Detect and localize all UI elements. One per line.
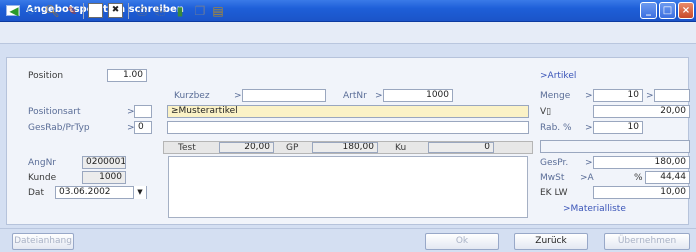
artnr-label: ArtNr [343,91,367,101]
vp-label: V▯ [540,107,552,117]
zurueck-button[interactable]: Zurück [514,233,588,250]
menge-unit-arrow[interactable]: > [646,91,654,101]
gesrab-label: GesRab/PrTyp [28,123,90,133]
materialliste-link[interactable]: >Materialliste [563,204,626,214]
toolbar-separator [128,3,129,19]
position-field[interactable]: 1.00 [107,69,147,82]
kurzbez-field[interactable] [242,89,326,102]
refresh-icon[interactable]: ⟳ [24,3,40,19]
rab-arrow[interactable]: > [585,123,593,133]
ku-label: Ku [395,143,407,153]
artnr-field[interactable]: 1000 [383,89,453,102]
mwst-percent: % [634,173,643,183]
database-icon[interactable]: ▮ [172,3,188,19]
kurzbez-label: Kurzbez [174,91,210,101]
pen-icon[interactable]: ✎ [64,3,80,19]
mwst-field[interactable]: 44,44 [645,171,690,184]
copy-icon[interactable]: ❐ [192,3,208,19]
angnr-label: AngNr [28,158,57,168]
menge-field[interactable]: 10 [593,89,643,102]
print-icon[interactable]: ⎙ [134,3,150,19]
gp-field: 180,00 [312,142,378,153]
search-icon[interactable]: 🔍︎ [44,3,60,19]
ek-label: EK LW [540,188,568,198]
paste-icon[interactable]: ▤ [210,3,226,19]
maximize-button[interactable]: □ [659,2,676,19]
description-line2-field[interactable] [167,121,529,134]
mwst-label: MwSt [540,173,565,183]
print-preview-icon[interactable]: ⎘ [152,3,168,19]
test-field: 20,00 [219,142,274,153]
dat-label: Dat [28,188,44,198]
gp-label: GP [286,143,299,153]
positionsart-label: Positionsart [28,107,81,117]
artnr-arrow[interactable]: > [375,91,383,101]
gespr-arrow[interactable]: > [585,158,593,168]
artikel-link[interactable]: >Artikel [540,71,576,81]
mwst-arrow[interactable]: >A [580,173,594,183]
description-field[interactable]: ≥Musterartikel [167,105,529,118]
delete-icon[interactable]: ✖ [108,3,123,18]
ek-field[interactable]: 10,00 [593,186,690,199]
button-bar-divider [0,228,696,229]
gespr-field[interactable]: 180,00 [593,156,690,169]
kunde-label: Kunde [28,173,57,183]
arrow-left-icon[interactable]: ◀ [6,3,22,19]
test-label: Test [178,143,196,153]
gespr-label: GesPr. [540,158,569,168]
menge-label: Menge [540,91,571,101]
gesrab-field[interactable]: 0 [134,121,152,134]
date-value: 03.06.2002 [59,187,111,197]
rab-extra-field [540,140,690,153]
dateianhang-button[interactable]: Dateianhang [12,233,74,250]
ku-field: 0 [428,142,494,153]
rab-label: Rab. % [540,123,572,133]
vp-field[interactable]: 20,00 [593,105,690,118]
long-text-area[interactable] [168,156,528,218]
kunde-field: 1000 [82,171,126,184]
kurzbez-arrow[interactable]: > [234,91,242,101]
close-button[interactable]: × [678,2,694,19]
description-prefix: ≥ [171,106,179,116]
rab-field[interactable]: 10 [593,121,643,134]
chevron-down-icon[interactable]: ▼ [133,186,146,199]
positionsart-field[interactable] [134,105,152,118]
position-label: Position [28,71,64,81]
toolbar [0,22,696,44]
new-icon[interactable] [88,3,103,18]
unit-field[interactable] [654,89,690,102]
menge-arrow[interactable]: > [585,91,593,101]
minimize-button[interactable]: _ [640,2,657,19]
toolbar-separator [83,3,84,19]
angnr-field: 0200001 [82,156,126,169]
ok-button[interactable]: Ok [425,233,499,250]
description-text: Musterartikel [178,106,238,116]
uebernehmen-button[interactable]: Übernehmen [604,233,690,250]
